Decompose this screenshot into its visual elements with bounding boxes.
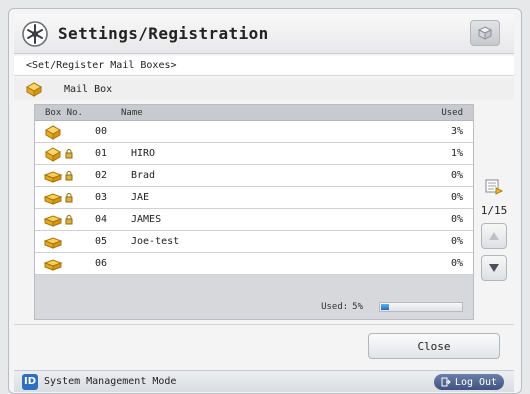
system-mode-label: System Management Mode — [44, 376, 177, 387]
mailbox-icon — [43, 192, 63, 205]
row-icons — [35, 212, 95, 228]
mailbox-icon — [43, 236, 63, 249]
box-name: Brad — [131, 170, 156, 181]
table-row[interactable]: 06 0% — [35, 253, 473, 275]
usage-progress-bar — [379, 302, 463, 312]
used-value: 5% — [352, 302, 363, 312]
row-icons — [35, 190, 95, 206]
table-row[interactable]: 01 HIRO 1% — [35, 143, 473, 165]
usage-footer: Used: 5% — [35, 295, 475, 319]
pager: 1/15 — [478, 178, 510, 288]
mailbox-icon — [43, 170, 63, 183]
lock-icon — [65, 214, 73, 224]
row-icons — [35, 168, 95, 184]
logout-icon — [441, 377, 451, 387]
close-button-label: Close — [417, 339, 451, 353]
usage-progress-fill — [381, 304, 389, 310]
box-number: 06 — [95, 258, 108, 269]
settings-gear-icon — [22, 20, 48, 47]
lock-icon — [65, 192, 73, 202]
arrow-down-icon — [489, 264, 499, 272]
status-bar: ID System Management Mode Log Out — [14, 370, 514, 392]
cube-icon — [477, 26, 493, 40]
table-row[interactable]: 02 Brad 0% — [35, 165, 473, 187]
box-number: 04 — [95, 214, 108, 225]
help-button[interactable] — [470, 20, 500, 46]
mailbox-label: Mail Box — [64, 83, 113, 95]
mailbox-icon — [44, 146, 62, 162]
row-icons — [35, 146, 95, 162]
lock-icon — [65, 148, 73, 158]
page-title: Settings/Registration — [58, 24, 269, 43]
logout-label: Log Out — [454, 376, 498, 388]
box-used: 0% — [450, 170, 463, 181]
box-used: 0% — [450, 214, 463, 225]
row-icons — [35, 234, 95, 250]
box-name: JAMES — [131, 214, 162, 225]
row-icons — [35, 256, 95, 272]
box-used: 3% — [450, 126, 463, 137]
mailbox-icon — [43, 258, 63, 271]
box-number: 05 — [95, 236, 108, 247]
table-row[interactable]: 04 JAMES 0% — [35, 209, 473, 231]
page-indicator: 1/15 — [480, 204, 508, 217]
id-icon: ID — [22, 373, 38, 390]
mailbox-icon — [43, 214, 63, 227]
box-number: 01 — [95, 148, 108, 159]
lock-icon — [65, 170, 73, 180]
table-row[interactable]: 03 JAE 0% — [35, 187, 473, 209]
column-name: Name — [121, 107, 143, 118]
breadcrumb: <Set/Register Mail Boxes> — [14, 56, 514, 76]
scroll-up-button[interactable] — [481, 223, 507, 249]
scroll-down-button[interactable] — [481, 255, 507, 281]
print-list-icon[interactable] — [482, 178, 506, 196]
close-button[interactable]: Close — [368, 333, 500, 359]
box-name: JAE — [131, 192, 150, 203]
mailbox-header: Mail Box — [14, 78, 514, 100]
box-used: 1% — [450, 148, 463, 159]
table-header: Box No. Name Used — [35, 105, 473, 121]
box-number: 02 — [95, 170, 108, 181]
box-used: 0% — [450, 258, 463, 269]
title-bar: Settings/Registration — [14, 14, 514, 54]
logout-button[interactable]: Log Out — [434, 374, 504, 390]
box-name: Joe-test — [131, 236, 180, 247]
table-row[interactable]: 00 3% — [35, 121, 473, 143]
column-box-no: Box No. — [45, 107, 83, 118]
table-row[interactable]: 05 Joe-test 0% — [35, 231, 473, 253]
row-icons — [35, 124, 95, 140]
mailbox-icon — [44, 124, 62, 140]
mailbox-icon — [25, 82, 43, 97]
box-used: 0% — [450, 192, 463, 203]
arrow-up-icon — [489, 232, 499, 240]
bottom-actions: Close — [14, 324, 514, 368]
box-used: 0% — [450, 236, 463, 247]
table-body: 00 3% 01 HIRO 1% 02 Brad 0% 03 JAE 0% 04 JAMES 0% 05 Jo… — [35, 121, 473, 275]
column-used: Used — [441, 107, 463, 118]
box-number: 03 — [95, 192, 108, 203]
box-number: 00 — [95, 126, 108, 137]
used-label: Used: — [321, 302, 349, 312]
mailbox-table: Box No. Name Used 00 3% 01 HIRO 1% 02 Brad 0% 03… — [34, 104, 474, 320]
box-name: HIRO — [131, 148, 156, 159]
